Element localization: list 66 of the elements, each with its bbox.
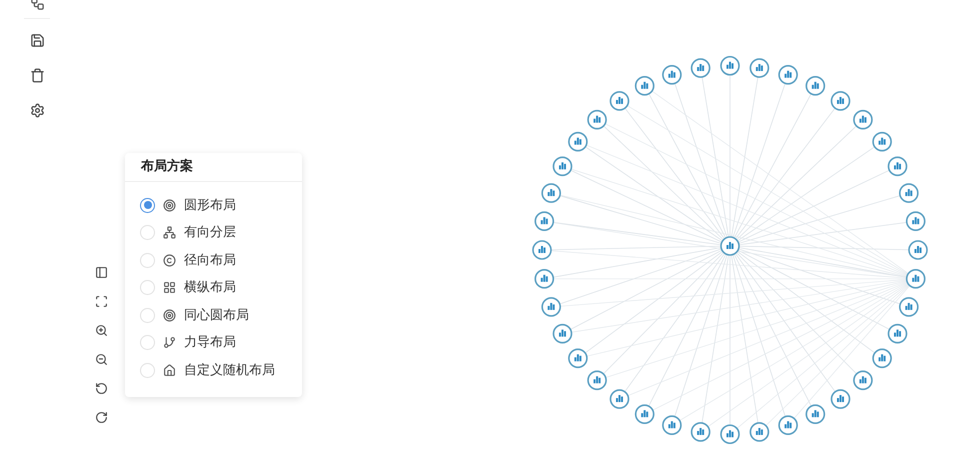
graph-node — [806, 76, 826, 96]
graph-node — [568, 348, 588, 368]
graph-node — [541, 183, 561, 203]
graph-node — [778, 415, 798, 436]
graph-node — [888, 156, 908, 176]
graph-node — [830, 91, 850, 111]
graph-node — [587, 370, 607, 390]
graph-node — [634, 404, 654, 424]
graph-node — [534, 211, 554, 231]
graph-node — [662, 415, 682, 436]
graph-node — [806, 404, 826, 424]
layout-option-label[interactable]: 圆形布局 — [184, 196, 236, 215]
settings-button[interactable] — [30, 103, 44, 118]
redo-button[interactable] — [94, 411, 108, 424]
popover-title: 布局方案 — [141, 158, 193, 176]
graph-node — [552, 324, 572, 344]
radio-button[interactable] — [140, 198, 155, 213]
delete-button[interactable] — [30, 68, 44, 83]
graph-node — [899, 297, 919, 317]
graph-node — [750, 58, 770, 78]
save-button[interactable] — [30, 33, 44, 48]
graph-node — [541, 297, 561, 317]
zoom-out-button[interactable] — [94, 353, 108, 366]
graph-node — [872, 132, 892, 152]
graph-node — [720, 236, 740, 256]
graph-node — [872, 348, 892, 368]
ring-icon — [163, 308, 176, 322]
graph-node — [532, 240, 552, 260]
graph-node — [778, 64, 798, 85]
layout-option-label[interactable]: 有向分层 — [184, 223, 236, 242]
undo-button[interactable] — [94, 382, 108, 395]
graph-node — [908, 240, 928, 260]
layout-option-label[interactable]: 横纵布局 — [184, 278, 236, 298]
layout-option-label[interactable]: 同心圆布局 — [184, 306, 249, 325]
graph-node — [568, 132, 588, 152]
graph-node — [634, 76, 654, 96]
graph-node — [587, 110, 607, 130]
grid-icon — [163, 281, 176, 294]
graph-node — [906, 269, 926, 289]
graph-node — [906, 211, 926, 231]
graph-node — [610, 389, 630, 409]
layout-option-label[interactable]: 自定义随机布局 — [184, 360, 275, 380]
circle-letter-icon — [163, 254, 176, 267]
graph-node — [690, 422, 710, 442]
layout-option-label[interactable]: 力导布局 — [184, 333, 236, 352]
graph-node — [534, 269, 554, 289]
graph-node — [899, 183, 919, 203]
graph-node — [888, 324, 908, 344]
branch-icon — [163, 336, 176, 350]
graph-node — [662, 64, 682, 85]
layout-button[interactable] — [94, 266, 108, 279]
home-icon — [163, 364, 176, 377]
layout-option-label[interactable]: 径向布局 — [184, 250, 236, 270]
fullscreen-button[interactable] — [94, 295, 108, 308]
graph-node — [853, 370, 873, 390]
graph-node — [690, 58, 710, 78]
zoom-in-button[interactable] — [94, 324, 108, 337]
graph-node — [610, 91, 630, 111]
graph-node — [720, 424, 740, 444]
graph-node — [853, 110, 873, 130]
hierarchy-icon — [163, 226, 176, 240]
graph-node — [720, 56, 740, 76]
graph-node — [552, 156, 572, 176]
graph-node — [830, 389, 850, 409]
graph-node — [750, 422, 770, 442]
ring-icon — [163, 198, 176, 212]
